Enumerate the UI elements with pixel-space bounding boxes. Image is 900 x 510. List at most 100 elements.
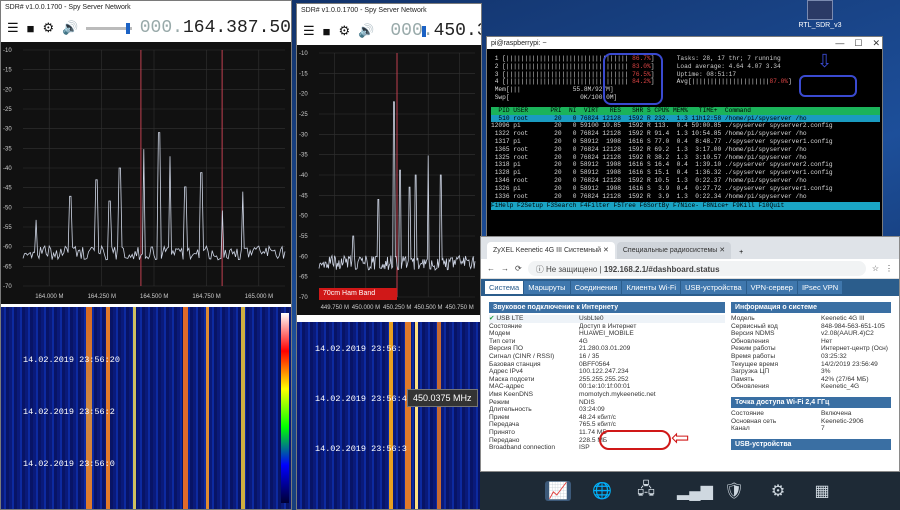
- info-key: Время работы: [731, 352, 776, 360]
- settings-gear-icon[interactable]: ⚙: [339, 23, 351, 39]
- router-menu-item[interactable]: IPsec VPN: [797, 281, 843, 294]
- info-value: 14/2/2019 23:56:49: [821, 360, 878, 368]
- globe-icon[interactable]: 🌐: [589, 481, 615, 501]
- tab-keenetic[interactable]: ZyXEL Keenetic 4G III Системный ✕: [487, 242, 615, 259]
- router-menu: Система Маршруты Соединения Клиенты Wi-Fi US…: [481, 279, 899, 296]
- terminal-window[interactable]: pi@raspberrypi: ~ — ☐ ✕ 1 [|||||||||||||||…: [486, 36, 883, 252]
- waterfall-panel[interactable]: 14.02.2019 23:56: 14.02.2019 23:56:4 14.…: [297, 322, 481, 509]
- router-menu-item[interactable]: Маршруты: [524, 281, 570, 294]
- menu-icon[interactable]: ☰: [7, 20, 19, 36]
- settings-gear-icon[interactable]: ⚙: [43, 20, 55, 36]
- dashboard-icon[interactable]: 📈: [545, 481, 571, 501]
- process-header: PID USER PRI NI VIRT RES SHR S CPU% MEM%…: [491, 106, 880, 115]
- info-value: 4G: [579, 337, 588, 345]
- x-tick-label: 165.000 M: [245, 294, 273, 300]
- info-value: 48.24 кбит/с: [579, 413, 616, 421]
- router-menu-item[interactable]: Клиенты Wi-Fi: [622, 281, 681, 294]
- url-field[interactable]: ⓘ Не защищено | 192.168.2.1/#dashboard.s…: [527, 261, 866, 276]
- menu-dots-icon[interactable]: ⋮: [885, 264, 893, 273]
- info-row: Версия ПО 21.280.03.01.209: [489, 345, 725, 353]
- info-key: Маска подсети: [489, 375, 535, 383]
- process-row[interactable]: 1317 pi 20 0 58912 1908 1616 S 77.0 0.4 …: [491, 138, 880, 146]
- maximize-icon[interactable]: ☐: [854, 37, 862, 49]
- info-row: Маска подсети 255.255.255.252: [489, 376, 725, 384]
- network-icon[interactable]: 🖧: [633, 478, 659, 505]
- menu-icon[interactable]: ☰: [303, 23, 315, 39]
- process-row[interactable]: 1346 root 20 0 76824 12128 1592 R 10.5 1…: [491, 177, 880, 185]
- timestamp: 14.02.2019 23:56:: [315, 344, 402, 354]
- rx-tx-highlight: [599, 430, 671, 450]
- y-tick-label: -45: [3, 186, 12, 192]
- router-menu-item[interactable]: Система: [485, 281, 524, 294]
- y-tick-label: -15: [3, 68, 12, 74]
- info-row: Имя KeenDNS momotych.mykeenetic.net: [489, 391, 725, 399]
- waterfall-panel[interactable]: 14.02.2019 23:56:20 14.02.2019 23:56:2 1…: [1, 307, 291, 509]
- function-keys[interactable]: F1Help F2Setup F3Search F4Filter F5Tree …: [491, 202, 880, 211]
- speaker-icon[interactable]: 🔊: [358, 23, 374, 39]
- y-tick-label: -25: [3, 107, 12, 113]
- tab-radiosystems[interactable]: Специальные радиосистемы ✕: [616, 242, 732, 259]
- shield-icon[interactable]: 🛡: [721, 481, 747, 501]
- forward-icon[interactable]: →: [501, 264, 509, 273]
- timestamp: 14.02.2019 23:56:4: [315, 394, 407, 404]
- router-menu-item[interactable]: VPN-сервер: [746, 281, 797, 294]
- apps-grid-icon[interactable]: ▦: [809, 481, 835, 501]
- frequency-display[interactable]: 000.164.387.50: [140, 18, 291, 38]
- router-menu-item[interactable]: Соединения: [570, 281, 622, 294]
- info-key: Канал: [731, 425, 750, 433]
- gear-icon[interactable]: ⚙: [765, 481, 791, 501]
- spectrum-panel[interactable]: -10 -15 -20 -25 -30 -35 -40 -45 -50 -55 -60 -65 -70 4…: [297, 45, 481, 315]
- process-row[interactable]: 1365 root 20 0 76824 12128 1592 R 69.2 1…: [491, 146, 880, 154]
- process-row[interactable]: 510 root 20 0 76824 12128 1592 R 232. 1.…: [491, 114, 880, 123]
- signal-stripe: [415, 322, 418, 509]
- arrow-left-icon: ⇦: [671, 425, 690, 450]
- router-menu-item[interactable]: USB-устройства: [681, 281, 746, 294]
- process-row[interactable]: 12096 pi 20 0 59100 10.85 1592 R 113. 0.…: [491, 122, 880, 130]
- minimize-icon[interactable]: —: [835, 37, 844, 49]
- process-row[interactable]: 1336 root 20 0 76824 12128 1592 R 3.9 1.…: [491, 193, 880, 201]
- x-tick-label: 164.750 M: [192, 294, 220, 300]
- info-value: 03:24:09: [579, 406, 605, 414]
- signal-bars-icon[interactable]: ▂▄▆: [677, 481, 713, 501]
- usb-lte-row: ✔ USB LTE UsbLte0: [489, 315, 725, 323]
- signal-stripe: [437, 322, 441, 509]
- close-icon[interactable]: ✕: [872, 37, 880, 49]
- sdr-window-2[interactable]: SDR# v1.0.0.1700 - Spy Server Network ☰ …: [296, 3, 482, 510]
- desktop-icon-rtl-sdr[interactable]: RTL_SDR_v3: [790, 0, 850, 34]
- band-label: 70cm Ham Band: [319, 288, 397, 300]
- star-icon[interactable]: ☆: [872, 264, 879, 273]
- process-row[interactable]: 1325 root 20 0 76824 12128 1592 R 38.2 1…: [491, 154, 880, 162]
- info-value: 3%: [821, 368, 831, 376]
- info-key: Загрузка ЦП: [731, 368, 770, 376]
- info-row: Канал 7: [731, 425, 891, 433]
- info-value: momotych.mykeenetic.net: [579, 390, 656, 398]
- panel-title: Информация о системе: [731, 302, 891, 313]
- info-key: Основная сеть: [731, 417, 777, 425]
- frequency-display[interactable]: 000.450.300.00: [390, 21, 481, 41]
- process-row[interactable]: 1326 pi 20 0 58912 1908 1616 S 3.9 0.4 0…: [491, 185, 880, 193]
- stop-icon[interactable]: ■: [27, 21, 35, 36]
- browser-window[interactable]: ZyXEL Keenetic 4G III Системный ✕ Специа…: [480, 236, 900, 472]
- speaker-icon[interactable]: 🔊: [62, 20, 78, 36]
- info-key: Имя KeenDNS: [489, 390, 533, 398]
- stop-icon[interactable]: ■: [323, 24, 331, 39]
- new-tab-icon[interactable]: +: [733, 246, 749, 259]
- info-value: Keenetic_4G: [821, 383, 860, 391]
- info-value: Интернет-центр (Осн): [821, 345, 888, 353]
- signal-stripe: [183, 307, 188, 509]
- y-tick-label: -60: [299, 254, 308, 260]
- info-value: 7: [821, 425, 825, 433]
- process-row[interactable]: 1328 pi 20 0 58912 1908 1616 S 15.1 0.4 …: [491, 169, 880, 177]
- reload-icon[interactable]: ⟳: [515, 264, 522, 273]
- y-tick-label: -55: [3, 225, 12, 231]
- volume-slider[interactable]: [86, 22, 132, 34]
- back-icon[interactable]: ←: [487, 264, 495, 273]
- process-row[interactable]: 1318 pi 20 0 58912 1908 1616 S 16.4 0.4 …: [491, 161, 880, 169]
- avg-highlight-box: [799, 75, 857, 97]
- spectrum-panel[interactable]: -10 -15 -20 -25 -30 -35 -40 -45 -50 -55 -60 -65 -70 1…: [1, 42, 291, 304]
- sdr-window-1[interactable]: SDR# v1.0.0.1700 - Spy Server Network ☰ …: [0, 0, 292, 510]
- info-value: Доступ в Интернет: [579, 322, 637, 330]
- timestamp: 14.02.2019 23:56:2: [23, 407, 115, 417]
- process-row[interactable]: 1322 root 20 0 76824 12128 1592 R 91.4 1…: [491, 130, 880, 138]
- info-key: Режим: [489, 398, 510, 406]
